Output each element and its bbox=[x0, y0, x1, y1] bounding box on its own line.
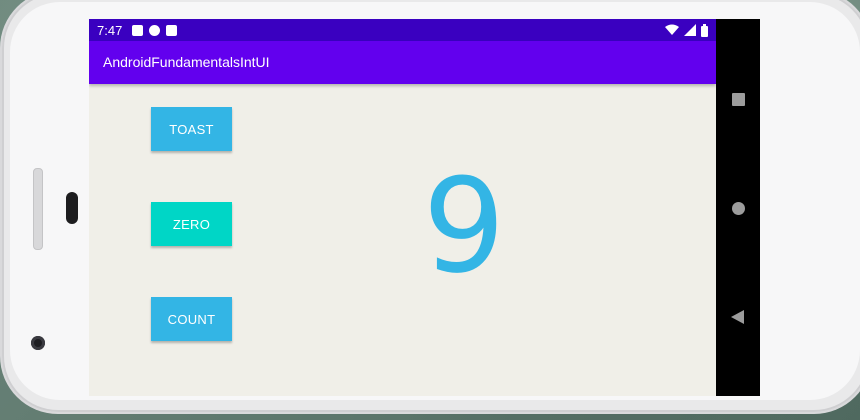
phone-speaker bbox=[66, 192, 78, 224]
recents-square-icon[interactable] bbox=[732, 93, 745, 106]
sim-icon bbox=[132, 24, 144, 36]
status-bar: 7:47 bbox=[89, 19, 716, 41]
device-screen: 7:47 AndroidFundamentalsIntUI TOAST ZERO… bbox=[89, 19, 716, 396]
signal-icon bbox=[684, 24, 696, 36]
phone-side-button bbox=[33, 168, 43, 250]
count-display: 9 bbox=[422, 150, 506, 302]
home-circle-icon[interactable] bbox=[732, 202, 745, 215]
zero-button[interactable]: ZERO bbox=[151, 202, 232, 246]
system-icons bbox=[665, 19, 708, 41]
wifi-icon bbox=[665, 24, 679, 35]
app-bar: AndroidFundamentalsIntUI bbox=[89, 41, 716, 84]
navigation-bar bbox=[716, 19, 760, 396]
notification-icons bbox=[132, 24, 178, 36]
toast-button[interactable]: TOAST bbox=[151, 107, 232, 151]
back-triangle-icon[interactable] bbox=[731, 310, 744, 324]
sd-card-icon bbox=[166, 24, 178, 36]
app-title: AndroidFundamentalsIntUI bbox=[103, 54, 270, 70]
front-camera-icon bbox=[31, 336, 45, 350]
status-time: 7:47 bbox=[97, 22, 123, 38]
sync-icon bbox=[149, 24, 161, 36]
count-button[interactable]: COUNT bbox=[151, 297, 232, 341]
battery-icon bbox=[701, 23, 708, 37]
